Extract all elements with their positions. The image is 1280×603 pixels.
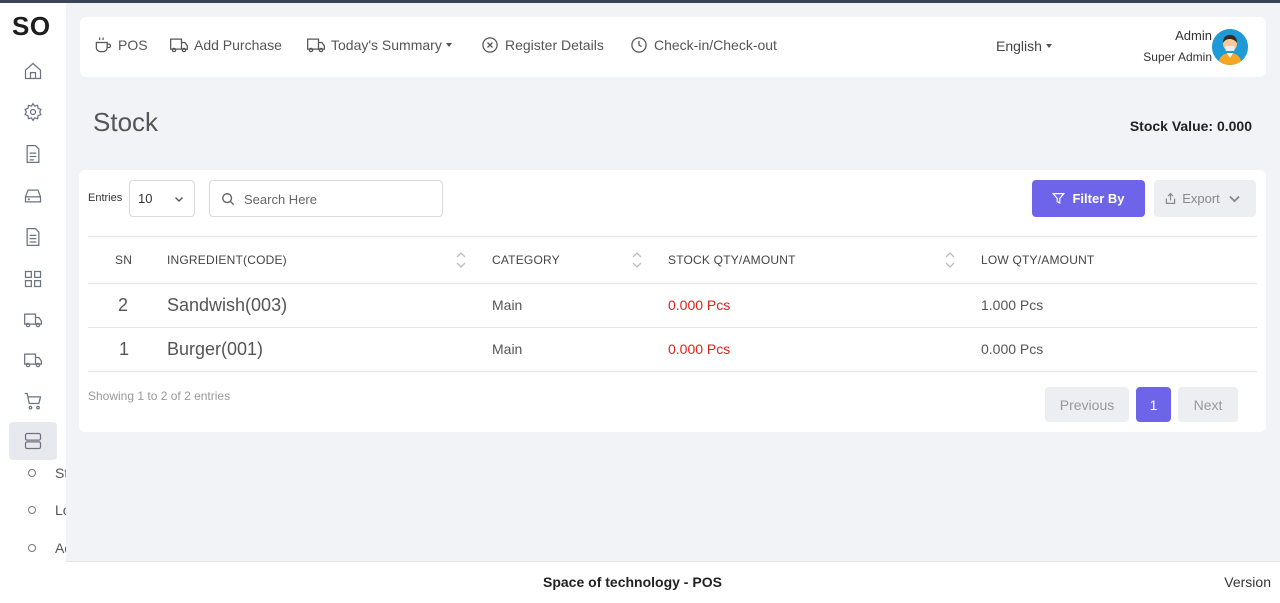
table-divider xyxy=(88,371,1257,372)
column-header-sn[interactable]: SN xyxy=(115,253,132,267)
nav-add-purchase[interactable]: Add Purchase xyxy=(169,35,282,55)
footer: Space of technology - POS Version xyxy=(66,561,1280,603)
table-divider xyxy=(88,327,1257,328)
entries-label: Entries xyxy=(88,192,123,204)
cell-stock-qty: 0.000 Pcs xyxy=(668,341,731,357)
nav-todays-summary[interactable]: Today's Summary xyxy=(306,35,452,55)
sidebar: SO St Lo Ad xyxy=(0,3,66,603)
stock-table-card: Entries 10 Filter By Export SN INGREDIEN… xyxy=(79,170,1266,432)
page-title: Stock xyxy=(93,107,159,137)
gear-icon[interactable] xyxy=(22,101,44,123)
sidebar-subitem[interactable]: Lo xyxy=(28,502,66,518)
cell-low-qty: 0.000 Pcs xyxy=(981,341,1044,357)
cell-stock-qty: 0.000 Pcs xyxy=(668,297,731,313)
truck-icon xyxy=(307,38,325,53)
chevron-down-icon xyxy=(1229,195,1240,203)
user-role: Super Admin xyxy=(1143,50,1212,64)
sidebar-subitem-label: Ad xyxy=(55,540,66,556)
filter-button-label: Filter By xyxy=(1072,191,1125,206)
caret-down-icon xyxy=(1045,44,1052,48)
nav-check-in-out-label: Check-in/Check-out xyxy=(654,37,777,53)
search-input[interactable] xyxy=(244,189,434,209)
footer-text: Space of technology - POS xyxy=(543,574,722,590)
cell-ingredient: Burger(001) xyxy=(167,339,264,359)
chevron-down-icon xyxy=(175,197,183,202)
search-box xyxy=(209,180,443,217)
stock-value: Stock Value: 0.000 xyxy=(1129,118,1252,134)
table-divider xyxy=(88,283,1257,284)
document-icon[interactable] xyxy=(22,143,44,165)
nav-add-purchase-label: Add Purchase xyxy=(194,37,282,53)
sidebar-subitem-label: St xyxy=(55,465,66,481)
clock-icon xyxy=(631,37,647,53)
sort-icon[interactable] xyxy=(456,250,466,270)
cell-sn: 2 xyxy=(118,295,129,315)
next-page-button[interactable]: Next xyxy=(1178,387,1238,422)
nav-todays-summary-label: Today's Summary xyxy=(331,37,442,53)
user-name[interactable]: Admin xyxy=(1175,28,1212,43)
nav-pos-label: POS xyxy=(118,37,148,53)
avatar[interactable] xyxy=(1212,29,1248,65)
search-icon xyxy=(222,193,235,206)
sidebar-subitem[interactable]: Ad xyxy=(28,540,66,556)
sort-icon[interactable] xyxy=(945,250,955,270)
top-border xyxy=(0,0,1280,3)
nav-register-details-label: Register Details xyxy=(505,37,604,53)
cell-category: Main xyxy=(492,341,523,357)
export-button[interactable]: Export xyxy=(1154,180,1256,217)
previous-page-button[interactable]: Previous xyxy=(1045,387,1129,422)
server-icon[interactable] xyxy=(22,430,44,452)
coffee-cup-icon xyxy=(95,37,112,53)
drive-icon[interactable] xyxy=(22,185,44,207)
nav-check-in-out[interactable]: Check-in/Check-out xyxy=(629,35,777,55)
nav-register-details[interactable]: Register Details xyxy=(480,35,604,55)
circle-icon xyxy=(28,506,36,514)
sidebar-subitem[interactable]: St xyxy=(28,465,66,481)
cell-sn: 1 xyxy=(119,339,130,359)
column-header-low-qty[interactable]: LOW QTY/AMOUNT xyxy=(981,253,1094,267)
app-logo[interactable]: SO xyxy=(12,11,51,42)
cart-icon[interactable] xyxy=(22,390,44,412)
column-header-category[interactable]: CATEGORY xyxy=(492,253,560,267)
upload-icon xyxy=(1166,192,1176,204)
language-label: English xyxy=(996,38,1042,54)
language-selector[interactable]: English xyxy=(996,38,1052,54)
caret-down-icon xyxy=(445,43,452,47)
truck-icon[interactable] xyxy=(22,309,44,331)
file-text-icon[interactable] xyxy=(22,226,44,248)
filter-icon xyxy=(1052,193,1066,204)
sidebar-subitem-label: Lo xyxy=(55,502,66,518)
circle-icon xyxy=(28,544,36,552)
entries-value: 10 xyxy=(138,191,153,206)
cell-category: Main xyxy=(492,297,523,313)
showing-entries-text: Showing 1 to 2 of 2 entries xyxy=(88,389,231,403)
grid-icon[interactable] xyxy=(22,268,44,290)
entries-select[interactable]: 10 xyxy=(129,180,195,217)
cell-ingredient: Sandwish(003) xyxy=(167,295,288,315)
top-navbar: POS Add Purchase Today's Summary Registe… xyxy=(80,17,1266,77)
table-divider xyxy=(88,236,1257,237)
column-header-ingredient[interactable]: INGREDIENT(CODE) xyxy=(167,253,287,267)
filter-button[interactable]: Filter By xyxy=(1032,180,1145,217)
circle-icon xyxy=(28,469,36,477)
nav-pos[interactable]: POS xyxy=(93,35,148,55)
sort-icon[interactable] xyxy=(632,250,642,270)
export-button-label: Export xyxy=(1182,191,1220,206)
truck-icon[interactable] xyxy=(22,349,44,371)
truck-icon xyxy=(170,38,188,53)
cell-low-qty: 1.000 Pcs xyxy=(981,297,1044,313)
footer-version: Version xyxy=(1224,574,1271,590)
home-icon[interactable] xyxy=(22,60,44,82)
page-1-button[interactable]: 1 xyxy=(1136,387,1171,422)
circle-x-icon xyxy=(482,37,498,53)
column-header-stock-qty[interactable]: STOCK QTY/AMOUNT xyxy=(668,253,796,267)
